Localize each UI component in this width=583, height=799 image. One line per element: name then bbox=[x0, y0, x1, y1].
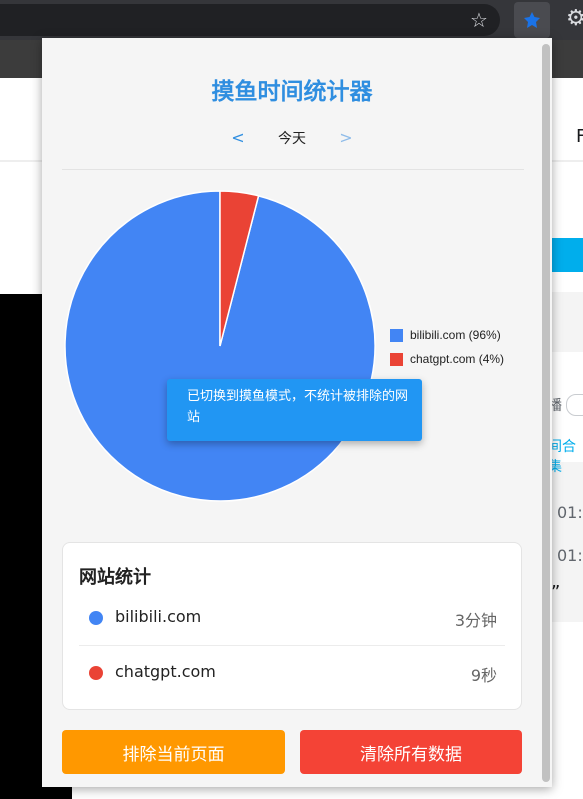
legend-label: chatgpt.com (4%) bbox=[410, 352, 505, 366]
episode-duration: 01: bbox=[557, 503, 583, 522]
legend-item[interactable]: bilibili.com (96%) bbox=[390, 323, 504, 347]
legend-label: bilibili.com (96%) bbox=[410, 328, 501, 342]
page-gray-panel bbox=[552, 292, 583, 352]
site-row: chatgpt.com 9秒 bbox=[79, 646, 505, 700]
episode-duration: 01: bbox=[557, 546, 583, 565]
header-divider bbox=[62, 169, 524, 170]
page-blue-button[interactable] bbox=[552, 238, 583, 272]
exclude-current-page-button[interactable]: 排除当前页面 bbox=[62, 730, 285, 774]
extension-popup: 摸鱼时间统计器 < 今天 > bilibili.com (96%) chatgp… bbox=[42, 38, 552, 787]
stats-title: 网站统计 bbox=[79, 567, 151, 588]
mode-notification-toast: 已切换到摸鱼模式，不统计被排除的网站 bbox=[167, 379, 422, 441]
popup-scrollbar[interactable] bbox=[542, 44, 550, 782]
site-time: 9秒 bbox=[470, 666, 497, 685]
legend-item[interactable]: chatgpt.com (4%) bbox=[390, 347, 504, 371]
site-time: 3分钟 bbox=[454, 611, 497, 630]
bookmark-star-icon[interactable]: ☆ bbox=[466, 8, 492, 32]
extension-pin-icon bbox=[524, 12, 540, 28]
legend-swatch bbox=[390, 352, 403, 366]
next-day-button[interactable]: > bbox=[336, 128, 356, 147]
clear-all-data-button[interactable]: 清除所有数据 bbox=[300, 730, 522, 774]
date-navigator: < 今天 > bbox=[42, 128, 542, 152]
site-color-dot bbox=[89, 611, 103, 625]
popup-title: 摸鱼时间统计器 bbox=[211, 79, 373, 105]
site-row: bilibili.com 3分钟 bbox=[79, 591, 505, 646]
current-date-label: 今天 bbox=[278, 131, 306, 147]
legend-swatch bbox=[390, 328, 403, 342]
page-text-fragment: ” bbox=[551, 582, 561, 603]
page-text-fragment: F bbox=[576, 126, 583, 147]
address-bar[interactable] bbox=[0, 4, 500, 36]
browser-toolbar: ☆ ⚙ bbox=[0, 0, 583, 40]
settings-gear-icon[interactable]: ⚙ bbox=[566, 6, 583, 32]
site-name: bilibili.com bbox=[115, 607, 202, 626]
autoplay-toggle[interactable] bbox=[566, 394, 583, 416]
extension-button[interactable] bbox=[514, 2, 550, 38]
site-color-dot bbox=[89, 666, 103, 680]
site-stats-card: 网站统计 bilibili.com 3分钟 chatgpt.com 9秒 bbox=[62, 542, 522, 710]
site-name: chatgpt.com bbox=[115, 662, 216, 681]
collection-link[interactable]: 间合集 bbox=[548, 436, 583, 476]
prev-day-button[interactable]: < bbox=[228, 128, 248, 147]
chart-legend: bilibili.com (96%) chatgpt.com (4%) bbox=[390, 323, 504, 371]
